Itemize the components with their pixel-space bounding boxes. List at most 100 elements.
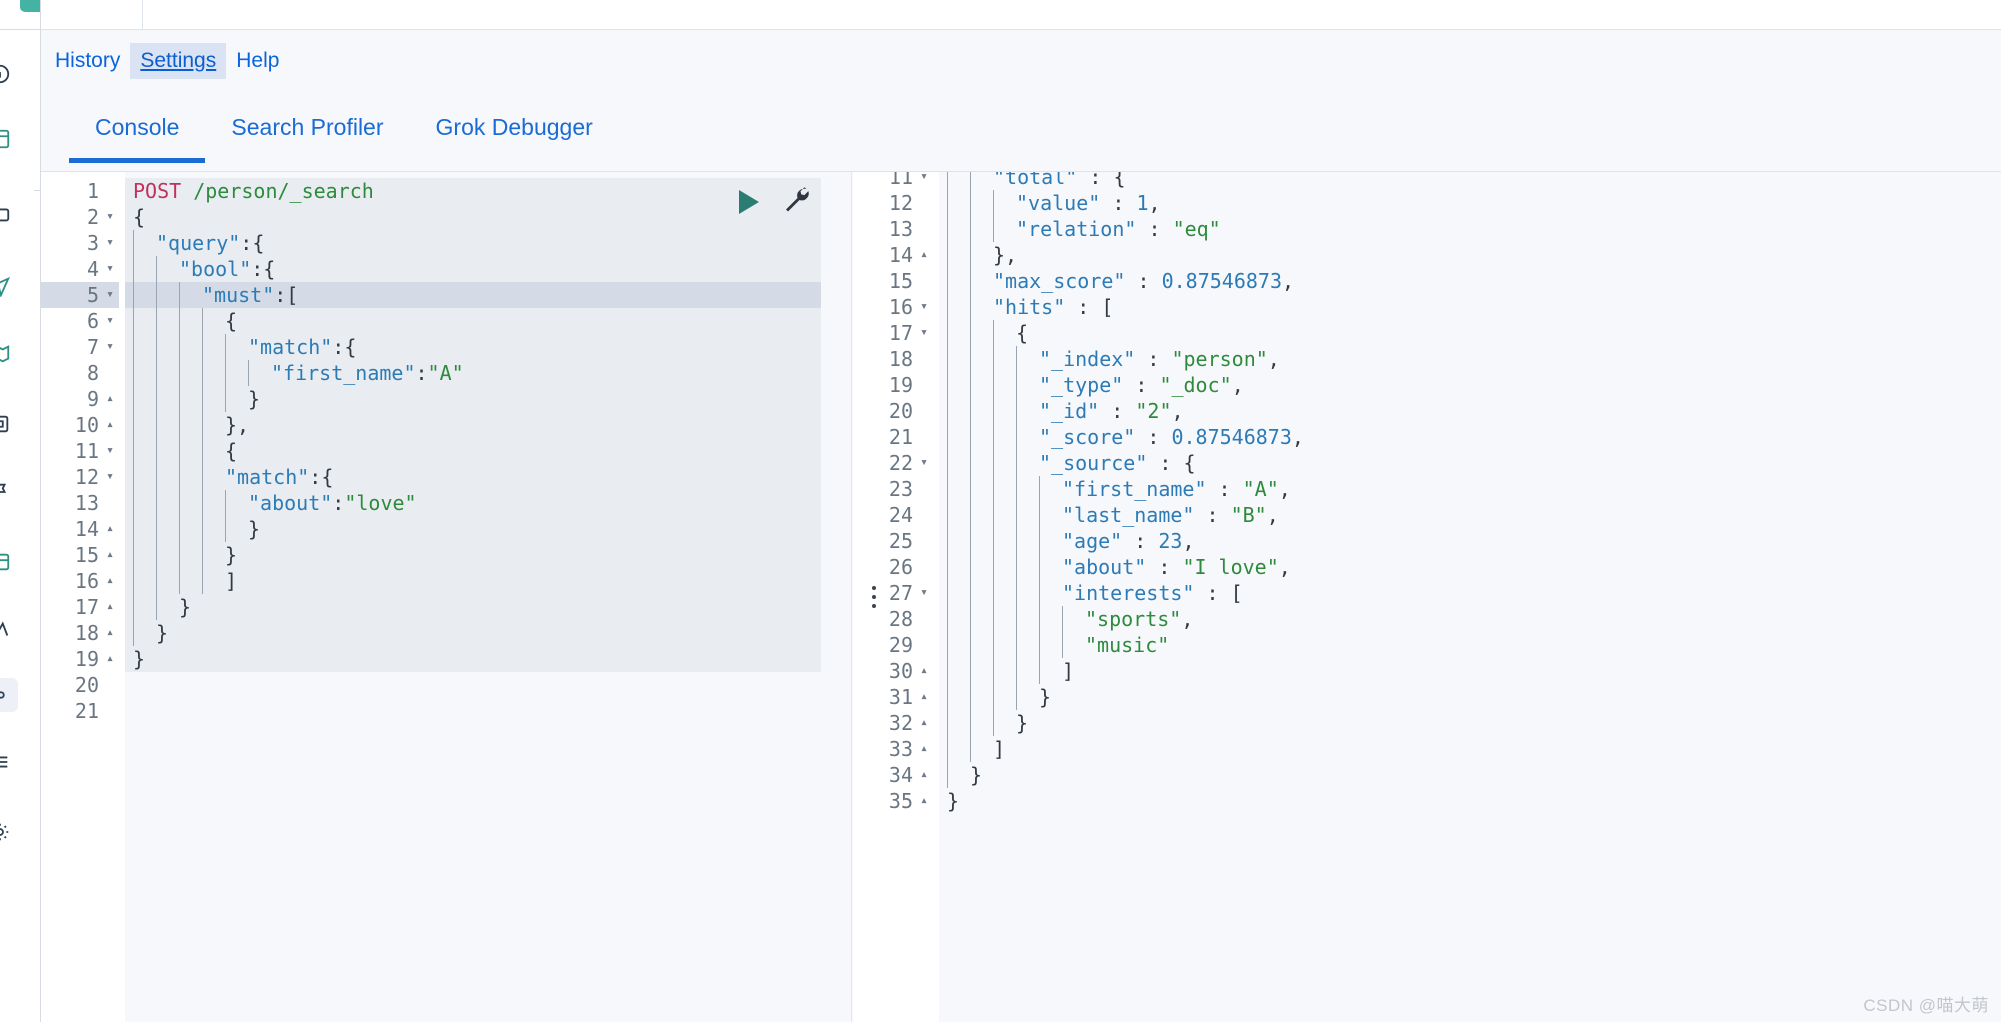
line-number[interactable]: 24 [853,502,933,528]
line-number[interactable]: 14 ▴ [853,242,933,268]
line-number[interactable]: 28 [853,606,933,632]
code-line[interactable]: "about" : "I love", [939,554,2001,580]
code-line[interactable]: "about":"love" [125,490,821,516]
fold-arrow-icon[interactable]: ▾ [103,334,117,360]
code-line[interactable]: "max_score" : 0.87546873, [939,268,2001,294]
fold-arrow-icon[interactable]: ▴ [103,516,117,542]
devtools-icon[interactable] [0,678,18,712]
tab-console[interactable]: Console [69,100,206,163]
line-number[interactable]: 17 ▾ [853,320,933,346]
code-line[interactable]: "hits" : [ [939,294,2001,320]
fold-arrow-icon[interactable] [103,490,117,516]
canvas-icon[interactable] [0,548,14,576]
code-line[interactable] [125,698,821,724]
fold-arrow-icon[interactable]: ▾ [917,450,931,476]
fold-arrow-icon[interactable] [917,372,931,398]
code-line[interactable]: } [125,542,821,568]
line-number[interactable]: 11 ▾ [853,172,933,190]
line-number[interactable]: 7 ▾ [41,334,119,360]
line-number[interactable]: 20 [41,672,119,698]
fold-arrow-icon[interactable] [103,672,117,698]
flag-icon[interactable] [0,478,14,506]
line-number[interactable]: 15 ▴ [41,542,119,568]
line-number[interactable]: 2 ▾ [41,204,119,230]
top-link-settings[interactable]: Settings [130,43,227,79]
code-line[interactable]: { [125,438,821,464]
line-number[interactable]: 33 ▴ [853,736,933,762]
fold-arrow-icon[interactable] [917,528,931,554]
fold-arrow-icon[interactable] [103,360,117,386]
fold-arrow-icon[interactable]: ▴ [103,646,117,672]
wrench-icon[interactable] [781,184,811,219]
fold-arrow-icon[interactable]: ▴ [917,788,931,814]
fold-arrow-icon[interactable]: ▾ [103,308,117,334]
code-line[interactable]: "_score" : 0.87546873, [939,424,2001,450]
code-line[interactable]: { [125,308,821,334]
line-number[interactable]: 25 [853,528,933,554]
top-link-help[interactable]: Help [226,43,289,79]
code-line[interactable]: { [939,320,2001,346]
code-line[interactable]: "match":{ [125,464,821,490]
fold-arrow-icon[interactable] [917,554,931,580]
line-number[interactable]: 27 ▾ [853,580,933,606]
tab-grok-debugger[interactable]: Grok Debugger [410,100,619,163]
code-line[interactable]: { [125,204,821,230]
line-number[interactable]: 34 ▴ [853,762,933,788]
line-number[interactable]: 18 [853,346,933,372]
line-number[interactable]: 13 [853,216,933,242]
code-line[interactable]: } [939,684,2001,710]
fold-arrow-icon[interactable]: ▾ [917,294,931,320]
code-line[interactable]: } [939,710,2001,736]
stack-management-icon[interactable] [0,748,14,776]
code-line[interactable]: "interests" : [ [939,580,2001,606]
code-line[interactable]: } [125,646,821,672]
uptime-icon[interactable] [0,616,14,644]
response-viewer-code[interactable]: "total" : {"value" : 1, "relation" : "eq"… [939,172,2001,1022]
code-line[interactable]: "_type" : "_doc", [939,372,2001,398]
line-number[interactable]: 5 ▾ [41,282,119,308]
fold-arrow-icon[interactable]: ▴ [103,412,117,438]
fold-arrow-icon[interactable] [103,698,117,724]
code-line[interactable]: "_id" : "2", [939,398,2001,424]
machine-learning-icon[interactable] [0,410,14,438]
response-viewer-pane[interactable]: 11 ▾ 12 13 14 ▴ 15 16 ▾ 17 ▾ 18 19 20 21 22 ▾ 23 24 25 26 27 ▾… [853,172,2001,1022]
code-line[interactable]: } [125,594,821,620]
request-line-number-gutter[interactable]: 1 2 ▾ 3 ▾ 4 ▾ 5 ▾ 6 ▾ 7 ▾ 8 9 ▴ 10 ▴ 11 ▾ 12 ▾ 13 14 ▴ 15 ▴ 16 ▴ 17 ▴ 1… [41,172,125,1022]
line-number[interactable]: 29 [853,632,933,658]
line-number[interactable]: 3 ▾ [41,230,119,256]
line-number[interactable]: 8 [41,360,119,386]
fold-arrow-icon[interactable] [917,502,931,528]
line-number[interactable]: 22 ▾ [853,450,933,476]
fold-arrow-icon[interactable]: ▾ [103,282,117,308]
line-number[interactable]: 21 [853,424,933,450]
code-line[interactable]: "must":[ [125,282,821,308]
code-line[interactable]: } [125,620,821,646]
fold-arrow-icon[interactable]: ▾ [103,230,117,256]
request-editor-pane[interactable]: 1 2 ▾ 3 ▾ 4 ▾ 5 ▾ 6 ▾ 7 ▾ 8 9 ▴ 10 ▴ 11 ▾ 12 ▾ 13 14 ▴ 15 ▴ 16 ▴ 17 ▴ 1… [41,172,821,1022]
fold-arrow-icon[interactable]: ▴ [917,710,931,736]
code-line[interactable]: "music" [939,632,2001,658]
fold-arrow-icon[interactable]: ▾ [917,580,931,606]
top-link-history[interactable]: History [45,43,130,79]
global-nav-rail[interactable] [0,0,41,1022]
line-number[interactable]: 14 ▴ [41,516,119,542]
fold-arrow-icon[interactable] [917,632,931,658]
fold-arrow-icon[interactable]: ▴ [917,762,931,788]
code-line[interactable]: }, [125,412,821,438]
code-line[interactable]: ] [939,736,2001,762]
line-number[interactable]: 32 ▴ [853,710,933,736]
send-icon[interactable] [0,272,14,300]
code-line[interactable]: "match":{ [125,334,821,360]
code-line[interactable]: ] [939,658,2001,684]
line-number[interactable]: 21 [41,698,119,724]
tab-search-profiler[interactable]: Search Profiler [205,100,409,163]
code-line[interactable]: "first_name" : "A", [939,476,2001,502]
fold-arrow-icon[interactable]: ▴ [917,684,931,710]
line-number[interactable]: 30 ▴ [853,658,933,684]
response-line-number-gutter[interactable]: 11 ▾ 12 13 14 ▴ 15 16 ▾ 17 ▾ 18 19 20 21 22 ▾ 23 24 25 26 27 ▾… [853,172,939,1022]
line-number[interactable]: 31 ▴ [853,684,933,710]
line-number[interactable]: 35 ▴ [853,788,933,814]
code-line[interactable] [125,672,821,698]
line-number[interactable]: 15 [853,268,933,294]
line-number[interactable]: 19 [853,372,933,398]
